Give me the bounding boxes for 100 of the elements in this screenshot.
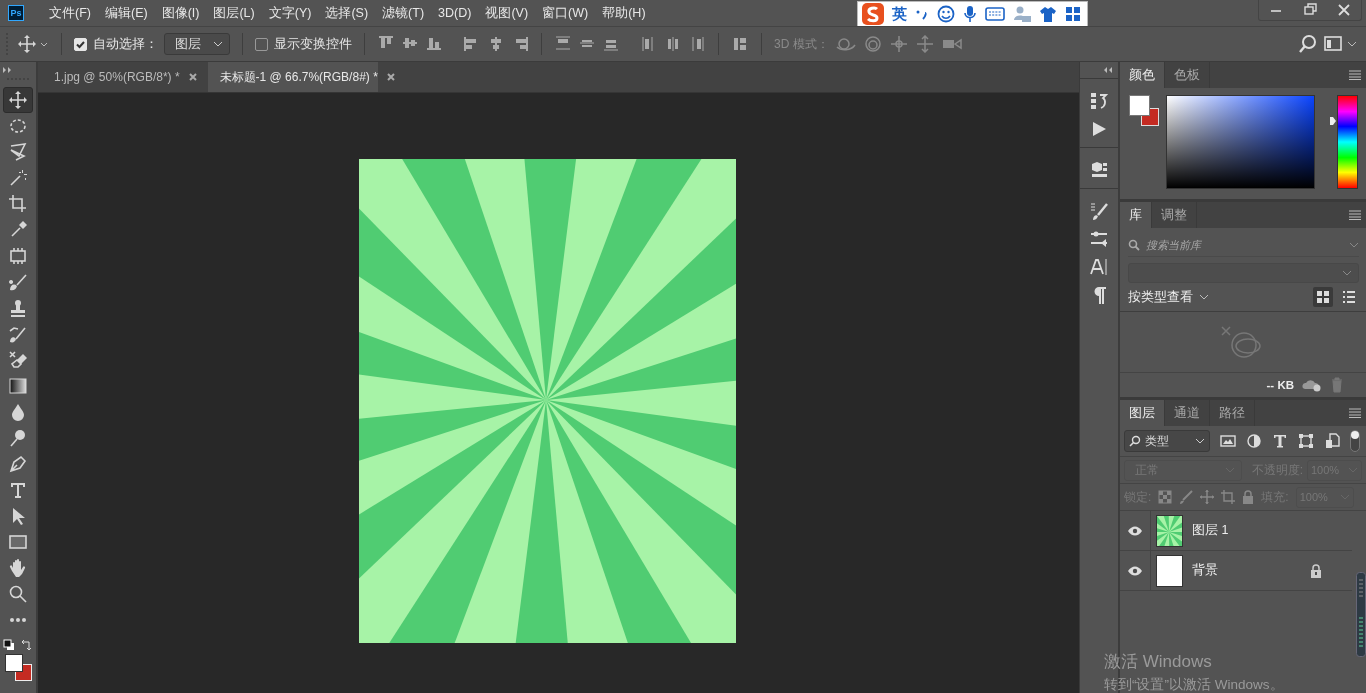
grid-view-button[interactable] xyxy=(1313,287,1333,307)
adjust-sliders-icon[interactable] xyxy=(1089,229,1109,249)
workspace-icon[interactable] xyxy=(1324,35,1358,53)
checkbox-label: 显示变换控件 xyxy=(274,35,352,53)
eraser-icon xyxy=(8,350,28,370)
panel-tab[interactable]: 色板 xyxy=(1165,62,1210,88)
input-mode-toggle[interactable]: 英 xyxy=(892,4,907,24)
menu-item[interactable]: 3D(D) xyxy=(431,6,479,20)
grid-icon[interactable] xyxy=(1065,6,1081,22)
activation-title: 激活 Windows xyxy=(1104,651,1213,673)
lasso-icon xyxy=(8,142,28,162)
brush-settings-icon[interactable] xyxy=(1089,201,1109,221)
menu-item[interactable]: 滤镜(T) xyxy=(375,4,432,22)
panel-tab[interactable]: 调整 xyxy=(1152,202,1197,228)
caret-icon xyxy=(213,41,223,47)
adjustment-filter-icon[interactable] xyxy=(1246,433,1262,449)
distribute-icon[interactable] xyxy=(554,35,572,53)
menu-item[interactable]: 视图(V) xyxy=(478,4,536,22)
activation-text: 转到“设置”以激活 Windows。 xyxy=(1104,676,1284,693)
tool-button[interactable] xyxy=(3,87,33,113)
magic-wand-icon xyxy=(8,168,28,188)
hue-spectrum-drawing[interactable] xyxy=(1337,95,1358,189)
panel-menu-icon[interactable] xyxy=(1348,210,1362,220)
cloud-sync-icon[interactable] xyxy=(1302,378,1322,392)
caret-icon xyxy=(1342,270,1352,276)
layer-name: 背景 xyxy=(1192,562,1218,579)
panel-tab[interactable]: 图层 xyxy=(1120,400,1165,426)
layer-row[interactable]: 背景 xyxy=(1120,551,1352,591)
app-logo: Ps xyxy=(8,5,24,21)
menu-item[interactable]: 编辑(E) xyxy=(97,4,155,22)
filter-toggle-icon[interactable] xyxy=(1350,430,1360,452)
collapse-icon[interactable] xyxy=(2,66,14,74)
checkbox[interactable] xyxy=(255,37,268,51)
menu-item[interactable]: 图像(I) xyxy=(154,4,207,22)
history-brush-icon xyxy=(8,324,28,344)
rectangle-icon xyxy=(8,532,28,552)
layer-name: 图层 1 xyxy=(1192,522,1229,539)
search-icon xyxy=(1128,239,1140,251)
stamp-icon xyxy=(8,298,28,318)
target-dropdown[interactable]: 图层 xyxy=(164,33,230,55)
default-colors-icon[interactable] xyxy=(3,639,15,651)
pen-icon xyxy=(8,454,28,474)
hand-icon xyxy=(8,558,28,578)
type-filter-icon[interactable] xyxy=(1272,433,1288,449)
frame-icon xyxy=(8,246,28,266)
panel-tab[interactable]: 通道 xyxy=(1165,400,1210,426)
eye-icon[interactable] xyxy=(1127,565,1143,576)
panel-menu-icon[interactable] xyxy=(1348,408,1362,418)
history-icon[interactable] xyxy=(1089,91,1109,111)
keyboard-icon[interactable] xyxy=(985,7,1005,21)
caret-icon xyxy=(1195,438,1205,444)
panel-tab[interactable]: 路径 xyxy=(1210,400,1255,426)
ellipse-marquee-icon xyxy=(8,116,28,136)
panel-tab[interactable]: 库 xyxy=(1120,202,1152,228)
panel-menu-icon[interactable] xyxy=(1348,70,1362,80)
crop-icon xyxy=(8,194,28,214)
type-icon xyxy=(8,480,28,500)
sogou-logo-icon[interactable] xyxy=(862,3,884,25)
dodge-icon xyxy=(8,428,28,448)
menu-item[interactable]: 选择(S) xyxy=(318,4,376,22)
move-tool-icon[interactable] xyxy=(17,34,49,54)
color-swatches-drawing[interactable] xyxy=(3,653,33,682)
filter-dropdown[interactable]: 类型 xyxy=(1124,430,1210,452)
layer-thumbnail xyxy=(1156,554,1183,587)
storage-size: -- KB xyxy=(1266,379,1294,391)
shirt-icon[interactable] xyxy=(1039,5,1057,23)
3d-cube-icon[interactable] xyxy=(1089,160,1109,180)
auto-align-icon[interactable] xyxy=(731,35,749,53)
search-icon[interactable] xyxy=(1298,34,1318,54)
caret-icon[interactable] xyxy=(1199,294,1209,300)
eye-icon[interactable] xyxy=(1127,525,1143,536)
smiley-icon[interactable] xyxy=(937,5,955,23)
color-field[interactable] xyxy=(1166,95,1315,189)
panel-tab[interactable]: 颜色 xyxy=(1120,62,1165,88)
microphone-icon[interactable] xyxy=(963,5,977,23)
menu-item[interactable]: 图层(L) xyxy=(206,4,262,22)
color-swatches-drawing[interactable] xyxy=(1129,95,1160,127)
menu-item[interactable]: 帮助(H) xyxy=(595,4,653,22)
layer-thumbnail xyxy=(1156,514,1183,547)
close-icon[interactable] xyxy=(187,72,198,82)
caret-icon xyxy=(1349,242,1359,248)
align-bottom-icon[interactable] xyxy=(425,35,443,53)
shape-filter-icon[interactable] xyxy=(1298,433,1314,449)
character-icon[interactable] xyxy=(1089,257,1109,277)
move-icon xyxy=(8,90,28,110)
menu-item[interactable]: 文字(Y) xyxy=(261,4,319,22)
search-icon xyxy=(1129,435,1141,447)
menu-item[interactable]: 窗口(W) xyxy=(535,4,596,22)
more-icon xyxy=(10,618,26,622)
hue-pointer-icon[interactable] xyxy=(1329,116,1337,126)
image-filter-icon[interactable] xyxy=(1220,433,1236,449)
brush-icon xyxy=(8,272,28,292)
close-icon[interactable] xyxy=(385,72,396,82)
menu-item[interactable]: 文件(F) xyxy=(42,4,98,22)
view-by-dropdown[interactable]: 按类型查看 xyxy=(1128,288,1193,306)
swap-colors-icon[interactable] xyxy=(21,639,33,651)
zoom-icon xyxy=(8,584,28,604)
search-field[interactable]: 搜索当前库 xyxy=(1144,238,1345,252)
smart-object-filter-icon[interactable] xyxy=(1324,433,1340,449)
document-tab[interactable]: 未标题-1 @ 66.7%(RGB/8#) * xyxy=(207,62,378,92)
